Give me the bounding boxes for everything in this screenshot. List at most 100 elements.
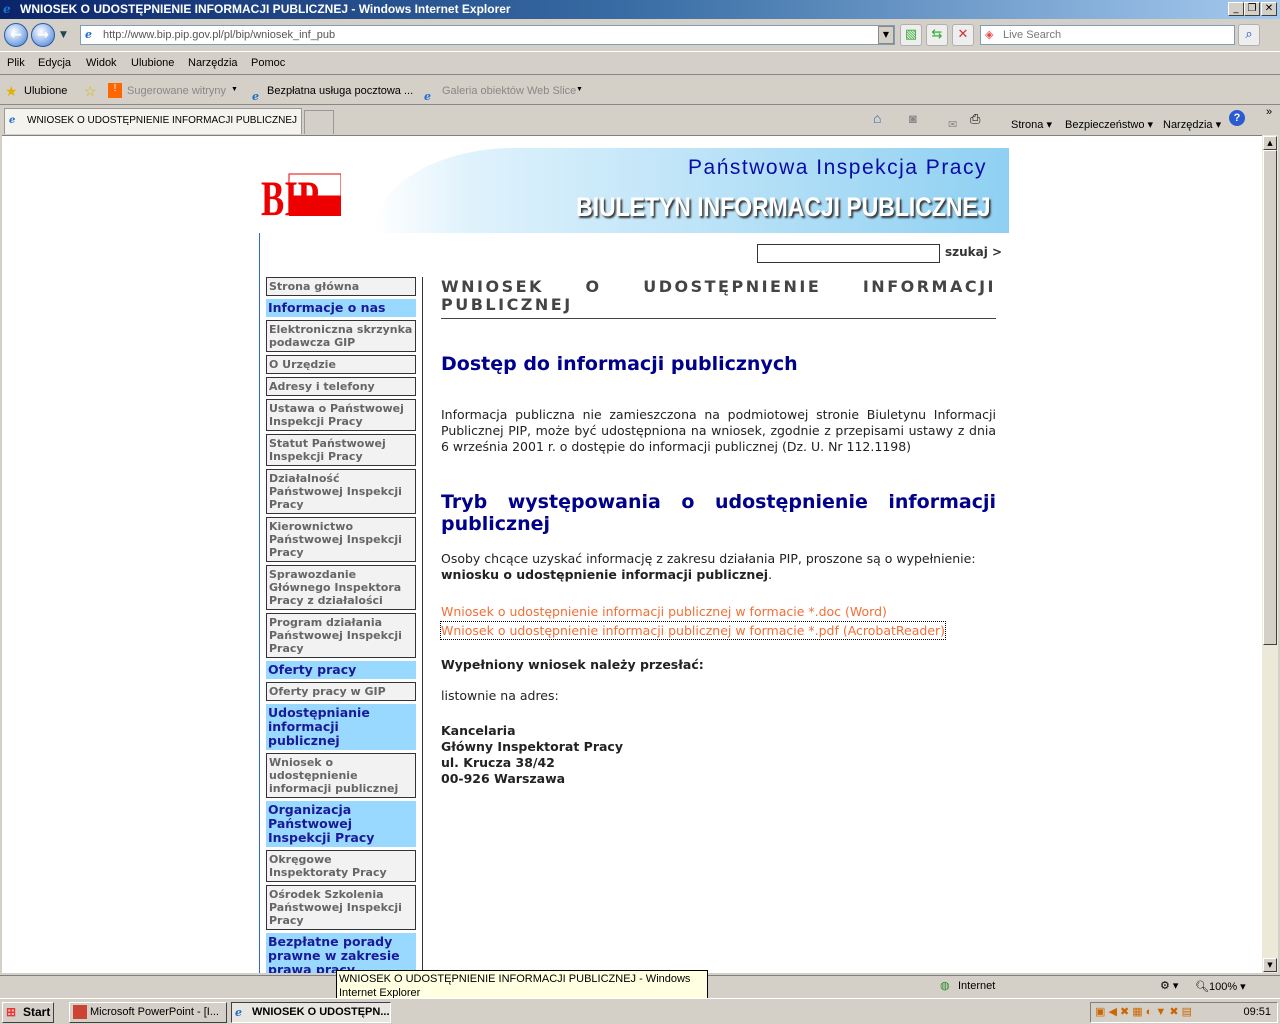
heading-procedure: Tryb występowania o udostępnienie inform… (441, 491, 996, 535)
start-button[interactable]: ⊞ Start (2, 1002, 54, 1023)
heading-access: Dostęp do informacji publicznych (441, 353, 798, 375)
sidebar-item[interactable]: Wniosek o udostępnienie informacji publi… (266, 753, 416, 798)
title-bar: e WNIOSEK O UDOSTĘPNIENIE INFORMACJI PUBL… (0, 0, 1280, 19)
menu-plik[interactable]: Plik (7, 57, 25, 69)
cmd-strona[interactable]: Strona ▾ (1011, 118, 1052, 131)
page-title: WNIOSEK O UDOSTĘPNIENIE INFORMACJI PUBLI… (441, 278, 996, 319)
protected-mode-icon[interactable]: ⚙ ▾ (1160, 979, 1178, 992)
stop-icon[interactable]: ✕ (952, 24, 974, 46)
fav-web-slice[interactable]: Galeria obiektów Web Slice (442, 85, 576, 97)
taskbar-ie[interactable]: e WNIOSEK O UDOSTĘPN... (231, 1002, 391, 1023)
search-button[interactable]: szukaj > (945, 245, 1002, 259)
sidebar-item[interactable]: Ustawa o Państwowej Inspekcji Pracy (266, 399, 416, 431)
sidebar-section[interactable]: Organizacja Państwowej Inspekcji Pracy (266, 801, 416, 847)
ie-icon: e (9, 115, 16, 126)
address-line: Kancelaria (441, 723, 516, 738)
address-dropdown[interactable]: ▼ (878, 26, 894, 44)
chevron-down-icon[interactable]: ▼ (576, 86, 583, 93)
site-search-input[interactable] (757, 244, 940, 263)
start-label: Start (23, 1005, 51, 1019)
menu-pomoc[interactable]: Pomoc (251, 57, 285, 69)
sidebar-item[interactable]: Sprawozdanie Głównego Inspektora Pracy z… (266, 565, 416, 610)
sidebar: Strona główna Informacje o nas Elektronicz… (266, 277, 416, 973)
help-icon[interactable]: ? (1229, 110, 1245, 126)
forward-button[interactable]: → (31, 23, 55, 47)
globe-icon: ◍ (940, 980, 950, 992)
svg-text:BIP: BIP (261, 170, 319, 218)
sidebar-item[interactable]: Oferty pracy w GIP (266, 682, 416, 701)
clock: 09:51 (1243, 1006, 1271, 1018)
back-button[interactable]: ← (4, 23, 28, 47)
sidebar-item[interactable]: Okręgowe Inspektoraty Pracy (266, 850, 416, 882)
cmd-label: Strona (1011, 119, 1044, 131)
sidebar-item[interactable]: O Urzędzie (266, 355, 416, 374)
favorites-button[interactable]: Ulubione (24, 85, 67, 97)
print-icon[interactable]: ⎙ (970, 111, 980, 127)
cmd-narzedzia[interactable]: Narzędzia ▾ (1163, 118, 1221, 131)
menu-edycja[interactable]: Edycja (38, 57, 71, 69)
zoom-level: 100% (1208, 981, 1238, 993)
sidebar-section[interactable]: Udostępnianie informacji publicznej (266, 704, 416, 750)
sidebar-section[interactable]: Informacje o nas (266, 299, 416, 317)
scroll-thumb[interactable] (1263, 150, 1277, 645)
postal-address: Kancelaria Główny Inspektorat Pracy ul. … (441, 723, 996, 787)
search-button-icon[interactable]: ⌕ (1238, 24, 1260, 46)
fav-suggested-sites[interactable]: Sugerowane witryny (127, 85, 226, 97)
sidebar-item[interactable]: Elektroniczna skrzynka podawcza GIP (266, 320, 416, 352)
search-placeholder: Live Search (1003, 29, 1062, 41)
favorites-bar: ★ Ulubione ☆ ! Sugerowane witryny ▼ e Be… (0, 77, 1280, 105)
tray-icons[interactable]: ▣ ◀ ✖ ▦ ◐ ▼ ✖ ▤ (1095, 1005, 1192, 1018)
history-dropdown-icon[interactable]: ▼ (60, 30, 67, 40)
address-line: Główny Inspektorat Pracy (441, 739, 623, 754)
sidebar-item[interactable]: Ośrodek Szkolenia Państwowej Inspekcji P… (266, 885, 416, 930)
header-banner: Państwowa Inspekcja Pracy BIULETYN INFOR… (374, 148, 1009, 233)
post-label: listownie na adres: (441, 688, 559, 703)
sidebar-item[interactable]: Działalność Państwowej Inspekcji Pracy (266, 469, 416, 514)
sidebar-item[interactable]: Program działania Państwowej Inspekcji P… (266, 613, 416, 658)
scroll-down-icon[interactable]: ▼ (1263, 958, 1277, 972)
new-tab-button[interactable] (304, 110, 334, 134)
banner-subtitle: BIULETYN INFORMACJI PUBLICZNEJ (576, 192, 991, 222)
mail-icon[interactable]: ✉ (948, 118, 957, 131)
menu-ulubione[interactable]: Ulubione (131, 57, 174, 69)
link-doc[interactable]: Wniosek o udostępnienie informacji publi… (441, 603, 887, 620)
chevron-down-icon[interactable]: ▼ (231, 86, 238, 93)
cmd-label: Narzędzia (1163, 119, 1213, 131)
add-favorite-icon[interactable]: ☆ (84, 83, 97, 100)
more-chevron-icon[interactable]: » (1266, 106, 1272, 118)
page-viewport: Państwowa Inspekcja Pracy BIULETYN INFOR… (2, 135, 1262, 973)
link-pdf[interactable]: Wniosek o udostępnienie informacji publi… (439, 621, 947, 640)
sidebar-item[interactable]: Adresy i telefony (266, 377, 416, 396)
bip-logo[interactable]: BIP (261, 170, 341, 218)
fav-mail[interactable]: Bezpłatna usługa pocztowa ... (267, 85, 413, 97)
address-input[interactable]: e http://www.bip.pip.gov.pl/pl/bip/wniose… (80, 25, 895, 45)
home-icon[interactable]: ⌂ (873, 110, 881, 126)
scroll-up-icon[interactable]: ▲ (1263, 136, 1277, 150)
ie-icon: e (3, 2, 11, 16)
tab-bar: e WNIOSEK O UDOSTĘPNIENIE INFORMACJI PUBL… (0, 106, 1280, 134)
zoom-control[interactable]: 🔍︎100% ▾ (1195, 980, 1246, 993)
intro-paragraph: Informacja publiczna nie zamieszczona na… (441, 407, 996, 454)
search-input[interactable]: ◈ Live Search (980, 25, 1235, 45)
menu-widok[interactable]: Widok (86, 57, 117, 69)
sidebar-section[interactable]: Oferty pracy (266, 661, 416, 679)
sidebar-item[interactable]: Strona główna (266, 277, 416, 296)
compatibility-icon[interactable]: ▧ (900, 24, 922, 46)
restore-button[interactable]: ❐ (1244, 2, 1260, 16)
close-button[interactable]: ✕ (1261, 2, 1277, 16)
sidebar-item[interactable]: Statut Państwowej Inspekcji Pracy (266, 434, 416, 466)
tab-active[interactable]: e WNIOSEK O UDOSTĘPNIENIE INFORMACJI PUBL… (4, 108, 302, 134)
task-label: Microsoft PowerPoint - [I... (90, 1006, 219, 1018)
cmd-bezpieczenstwo[interactable]: Bezpieczeństwo ▾ (1065, 118, 1153, 131)
sidebar-section[interactable]: Bezpłatne porady prawne w zakresie prawa… (266, 933, 416, 973)
procedure-paragraph: Osoby chcące uzyskać informację z zakres… (441, 551, 976, 566)
sidebar-item[interactable]: Kierownictwo Państwowej Inspekcji Pracy (266, 517, 416, 562)
cmd-label: Bezpieczeństwo (1065, 119, 1145, 131)
menu-narzedzia[interactable]: Narzędzia (188, 57, 238, 69)
menu-bar: Plik Edycja Widok Ulubione Narzędzia Pom… (0, 53, 1280, 75)
window-title: WNIOSEK O UDOSTĘPNIENIE INFORMACJI PUBLI… (20, 2, 511, 16)
feeds-icon[interactable]: ◙ (909, 111, 917, 126)
minimize-button[interactable]: _ (1228, 2, 1244, 16)
refresh-icon[interactable]: ⇆ (926, 24, 948, 46)
taskbar-powerpoint[interactable]: Microsoft PowerPoint - [I... (69, 1002, 227, 1023)
